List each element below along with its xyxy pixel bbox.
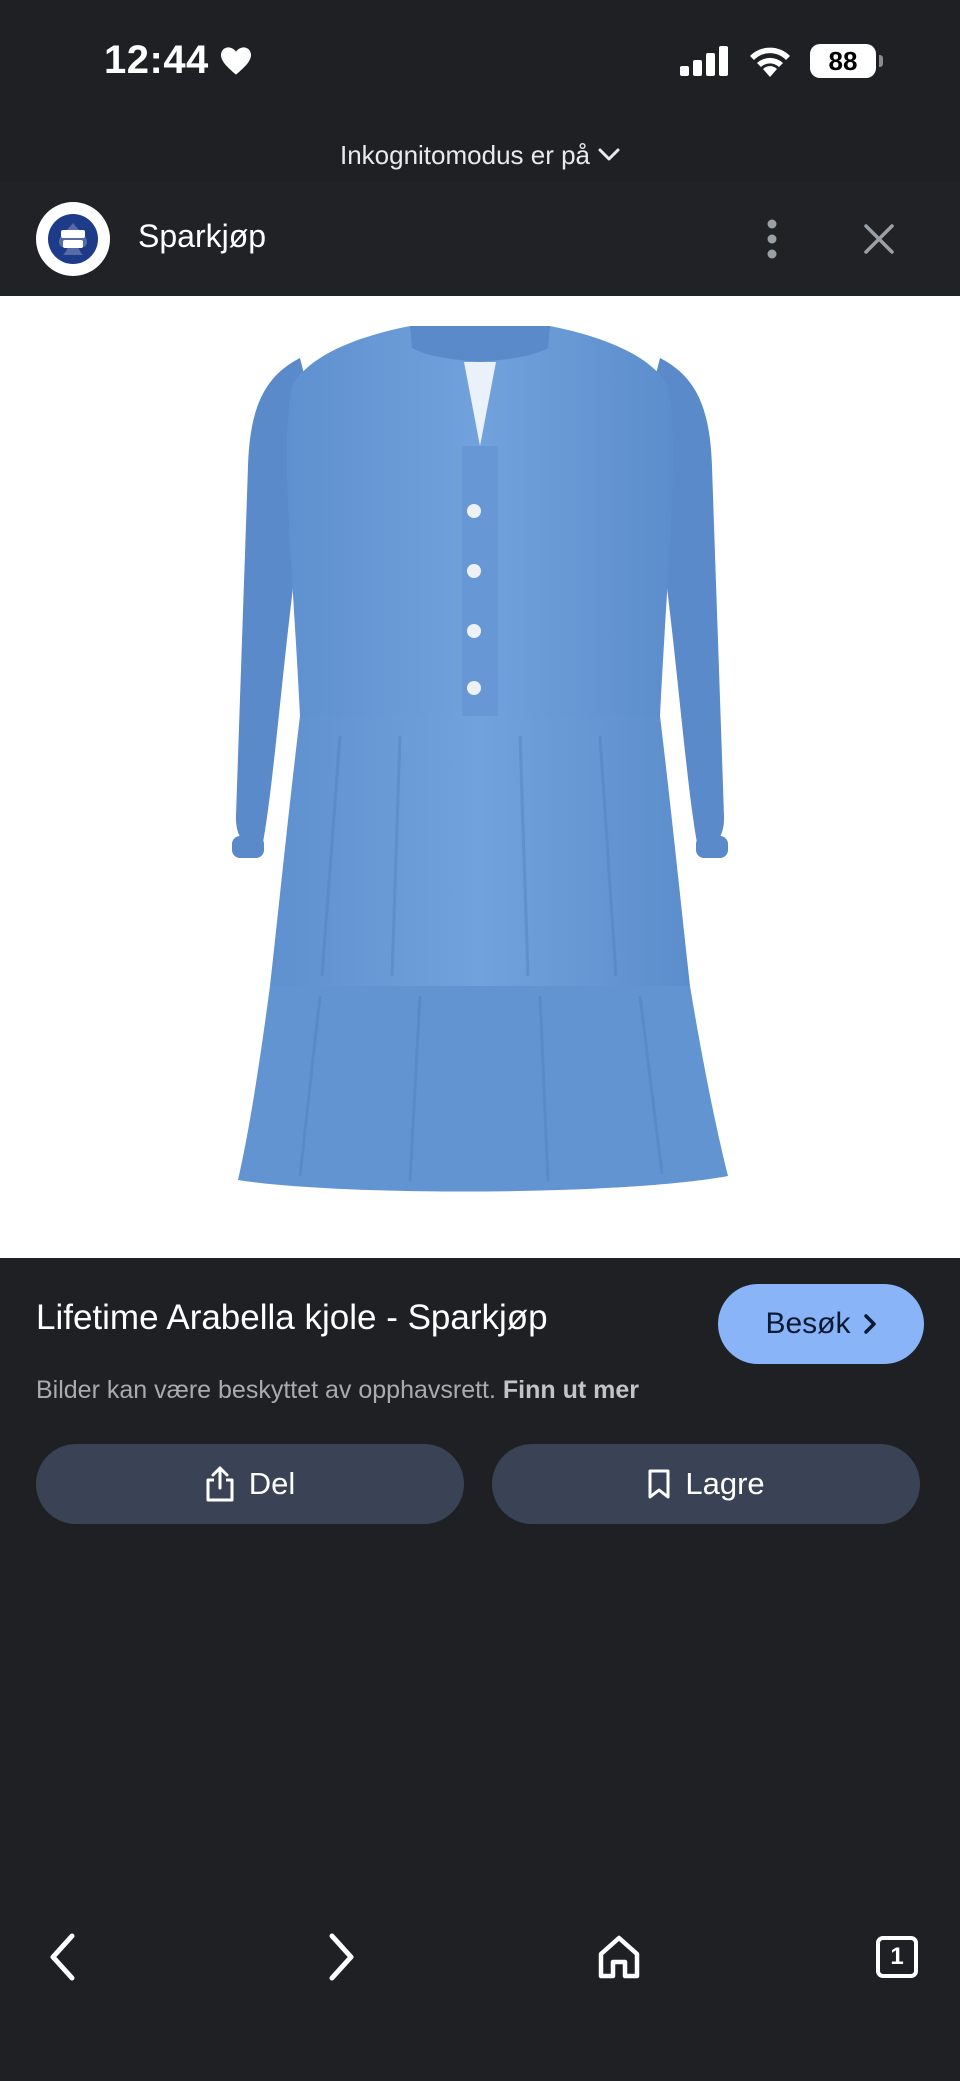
incognito-label: Inkognitomodus er på [339, 139, 591, 170]
more-options-icon[interactable] [750, 212, 794, 266]
status-bar: 12:44 88 [0, 0, 960, 128]
tabs-button[interactable]: 1 [862, 1922, 932, 1992]
clock-text: 12:44 [104, 38, 209, 82]
save-label: Lagre [685, 1466, 765, 1501]
heart-icon [220, 46, 251, 75]
signal-icon [680, 46, 728, 76]
chevron-right-icon [863, 1314, 876, 1334]
copyright-text: Bilder kan være beskyttet av opphavsrett… [36, 1376, 496, 1404]
battery-indicator: 88 [810, 44, 883, 78]
bookmark-icon [648, 1469, 670, 1499]
bottom-navigation: 1 [0, 1900, 960, 2010]
share-icon [206, 1466, 234, 1502]
site-name[interactable]: Sparkjøp [138, 218, 266, 255]
close-icon[interactable] [852, 212, 906, 266]
wifi-icon [750, 47, 790, 77]
visit-label: Besøk [765, 1307, 851, 1340]
tab-count-icon: 1 [876, 1936, 918, 1978]
spade-logo-icon [48, 214, 98, 264]
copyright-notice: Bilder kan være beskyttet av opphavsrett… [36, 1376, 639, 1405]
status-indicators: 88 [680, 44, 883, 78]
product-image[interactable] [0, 296, 960, 1258]
chevron-left-icon [50, 1933, 75, 1981]
tab-count: 1 [890, 1943, 904, 1970]
learn-more-link[interactable]: Finn ut mer [503, 1376, 639, 1404]
back-button[interactable] [28, 1922, 98, 1992]
save-button[interactable]: Lagre [492, 1444, 920, 1524]
product-title[interactable]: Lifetime Arabella kjole - Sparkjøp [36, 1298, 548, 1338]
dress-illustration [232, 326, 728, 1192]
status-time: 12:44 [104, 38, 253, 83]
chevron-right-icon [329, 1933, 354, 1981]
site-logo[interactable] [36, 202, 110, 276]
share-button[interactable]: Del [36, 1444, 464, 1524]
site-header: Sparkjøp [0, 182, 960, 296]
chevron-down-icon [598, 148, 620, 161]
home-icon [598, 1935, 640, 1979]
home-button[interactable] [584, 1922, 654, 1992]
battery-level: 88 [828, 45, 858, 76]
forward-button[interactable] [306, 1922, 376, 1992]
incognito-dropdown[interactable]: Inkognitomodus er på [0, 128, 960, 182]
share-label: Del [248, 1466, 296, 1501]
visit-button[interactable]: Besøk [718, 1284, 924, 1364]
